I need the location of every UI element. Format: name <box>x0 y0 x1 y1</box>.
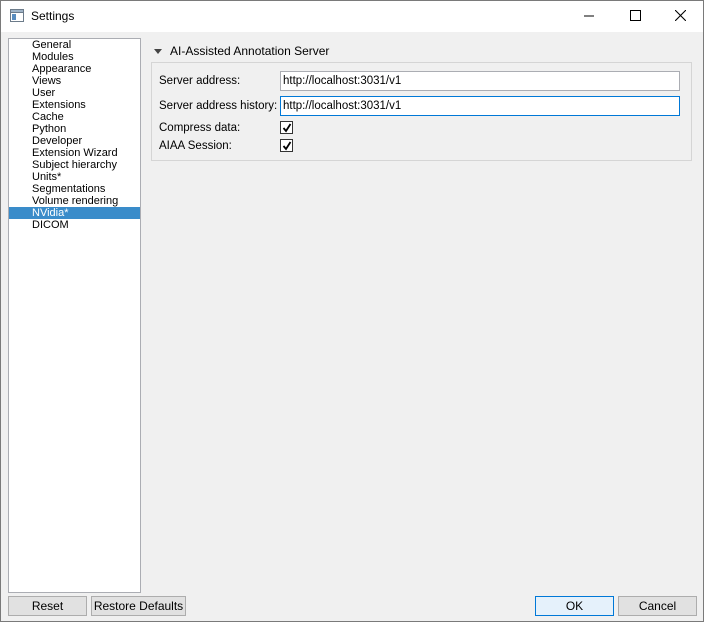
settings-window: Settings General Modules Appearance Views Us… <box>0 0 704 622</box>
settings-app-icon <box>10 9 24 22</box>
sidebar-item-developer[interactable]: Developer <box>9 135 140 147</box>
checkmark-icon <box>282 141 291 151</box>
window-title: Settings <box>31 9 75 23</box>
compress-data-label: Compress data: <box>159 122 241 134</box>
sidebar-item-views[interactable]: Views <box>9 75 140 87</box>
reset-button[interactable]: Reset <box>8 596 87 616</box>
sidebar-item-general[interactable]: General <box>9 39 140 51</box>
section-header[interactable]: AI-Assisted Annotation Server <box>154 43 329 59</box>
close-icon <box>674 9 686 24</box>
close-button[interactable] <box>657 1 703 32</box>
checkmark-icon <box>282 123 291 133</box>
sidebar-item-modules[interactable]: Modules <box>9 51 140 63</box>
sidebar-item-nvidia[interactable]: NVidia* <box>9 207 140 219</box>
server-history-label: Server address history: <box>159 100 278 112</box>
sidebar-item-extensions[interactable]: Extensions <box>9 99 140 111</box>
aiaa-settings-group: Server address: Server address history: … <box>151 62 692 161</box>
sidebar-item-extension-wizard[interactable]: Extension Wizard <box>9 147 140 159</box>
title-bar[interactable]: Settings <box>1 1 703 32</box>
aiaa-session-checkbox[interactable] <box>280 139 293 152</box>
section-title: AI-Assisted Annotation Server <box>170 44 330 58</box>
settings-category-list[interactable]: General Modules Appearance Views User Extensi… <box>8 38 141 593</box>
maximize-icon <box>629 9 641 24</box>
compress-data-checkbox[interactable] <box>280 121 293 134</box>
sidebar-item-python[interactable]: Python <box>9 123 140 135</box>
sidebar-item-cache[interactable]: Cache <box>9 111 140 123</box>
server-address-input[interactable] <box>280 71 680 91</box>
collapse-arrow-icon[interactable] <box>154 48 162 54</box>
maximize-button[interactable] <box>612 1 658 32</box>
restore-defaults-button[interactable]: Restore Defaults <box>91 596 186 616</box>
sidebar-item-volume-rendering[interactable]: Volume rendering <box>9 195 140 207</box>
sidebar-item-subject-hierarchy[interactable]: Subject hierarchy <box>9 159 140 171</box>
sidebar-item-appearance[interactable]: Appearance <box>9 63 140 75</box>
server-history-combobox[interactable] <box>280 96 680 116</box>
minimize-icon <box>584 10 594 24</box>
sidebar-item-user[interactable]: User <box>9 87 140 99</box>
sidebar-item-units[interactable]: Units* <box>9 171 140 183</box>
ok-button[interactable]: OK <box>535 596 614 616</box>
minimize-button[interactable] <box>566 1 612 32</box>
aiaa-session-label: AIAA Session: <box>159 140 232 152</box>
server-address-label: Server address: <box>159 75 241 87</box>
cancel-button[interactable]: Cancel <box>618 596 697 616</box>
sidebar-item-dicom[interactable]: DICOM <box>9 219 140 231</box>
sidebar-item-segmentations[interactable]: Segmentations <box>9 183 140 195</box>
